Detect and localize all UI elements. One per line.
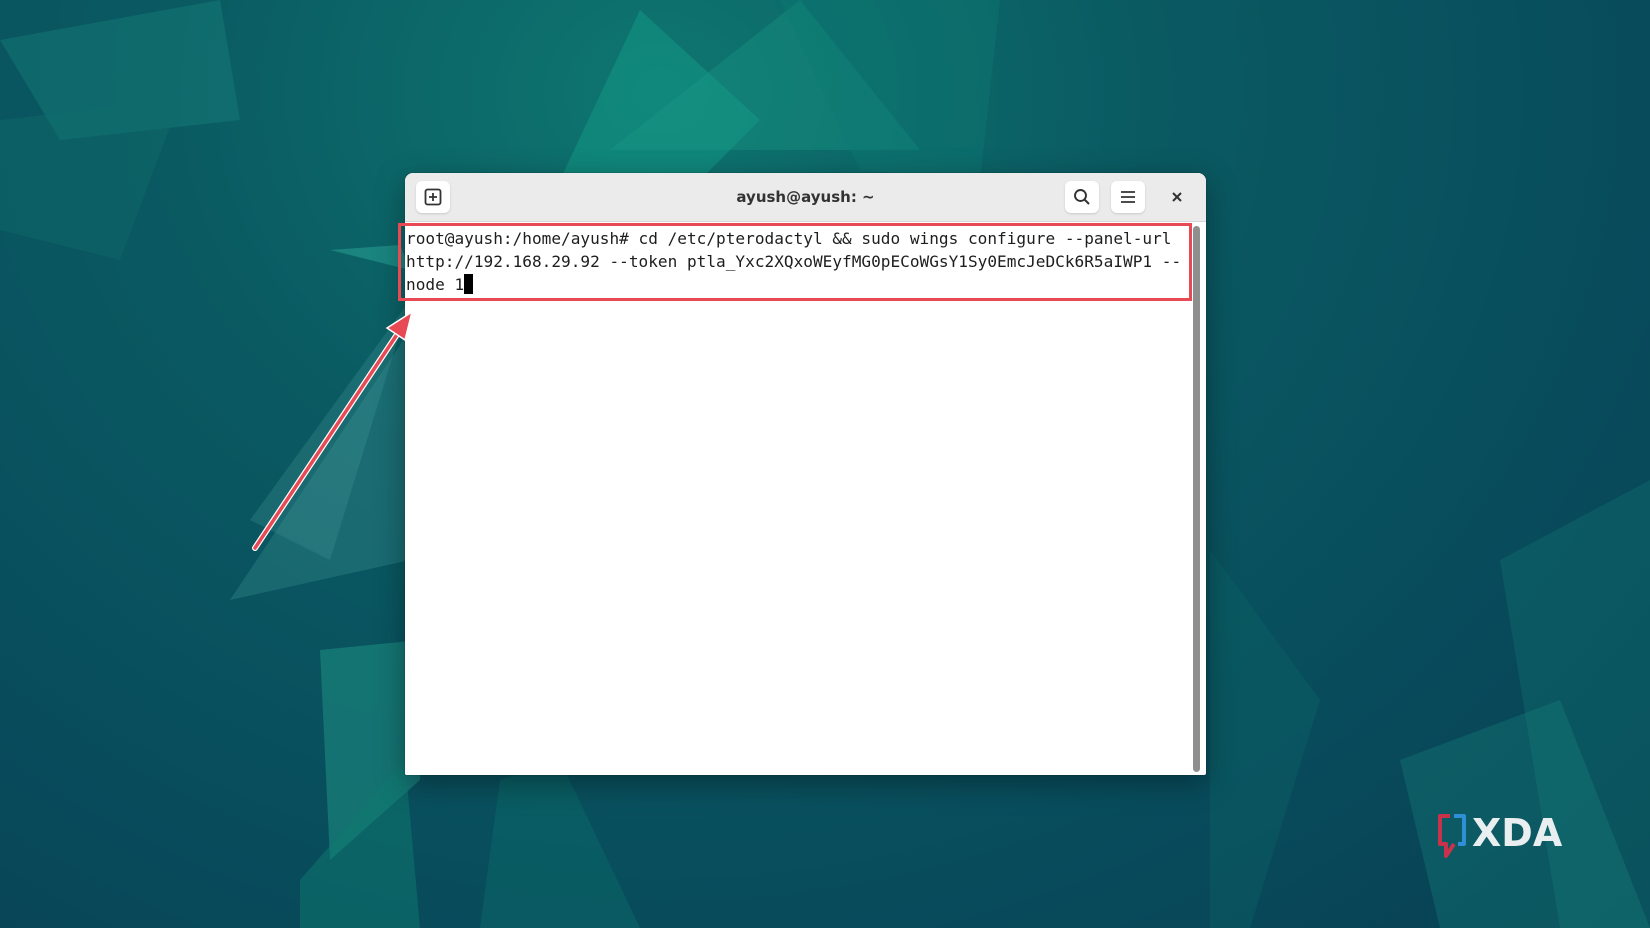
xda-watermark: XDA xyxy=(1432,808,1592,864)
annotation-arrow xyxy=(252,310,414,551)
xda-logo-icon: XDA xyxy=(1438,811,1563,858)
xda-logo-text: XDA xyxy=(1472,811,1563,855)
